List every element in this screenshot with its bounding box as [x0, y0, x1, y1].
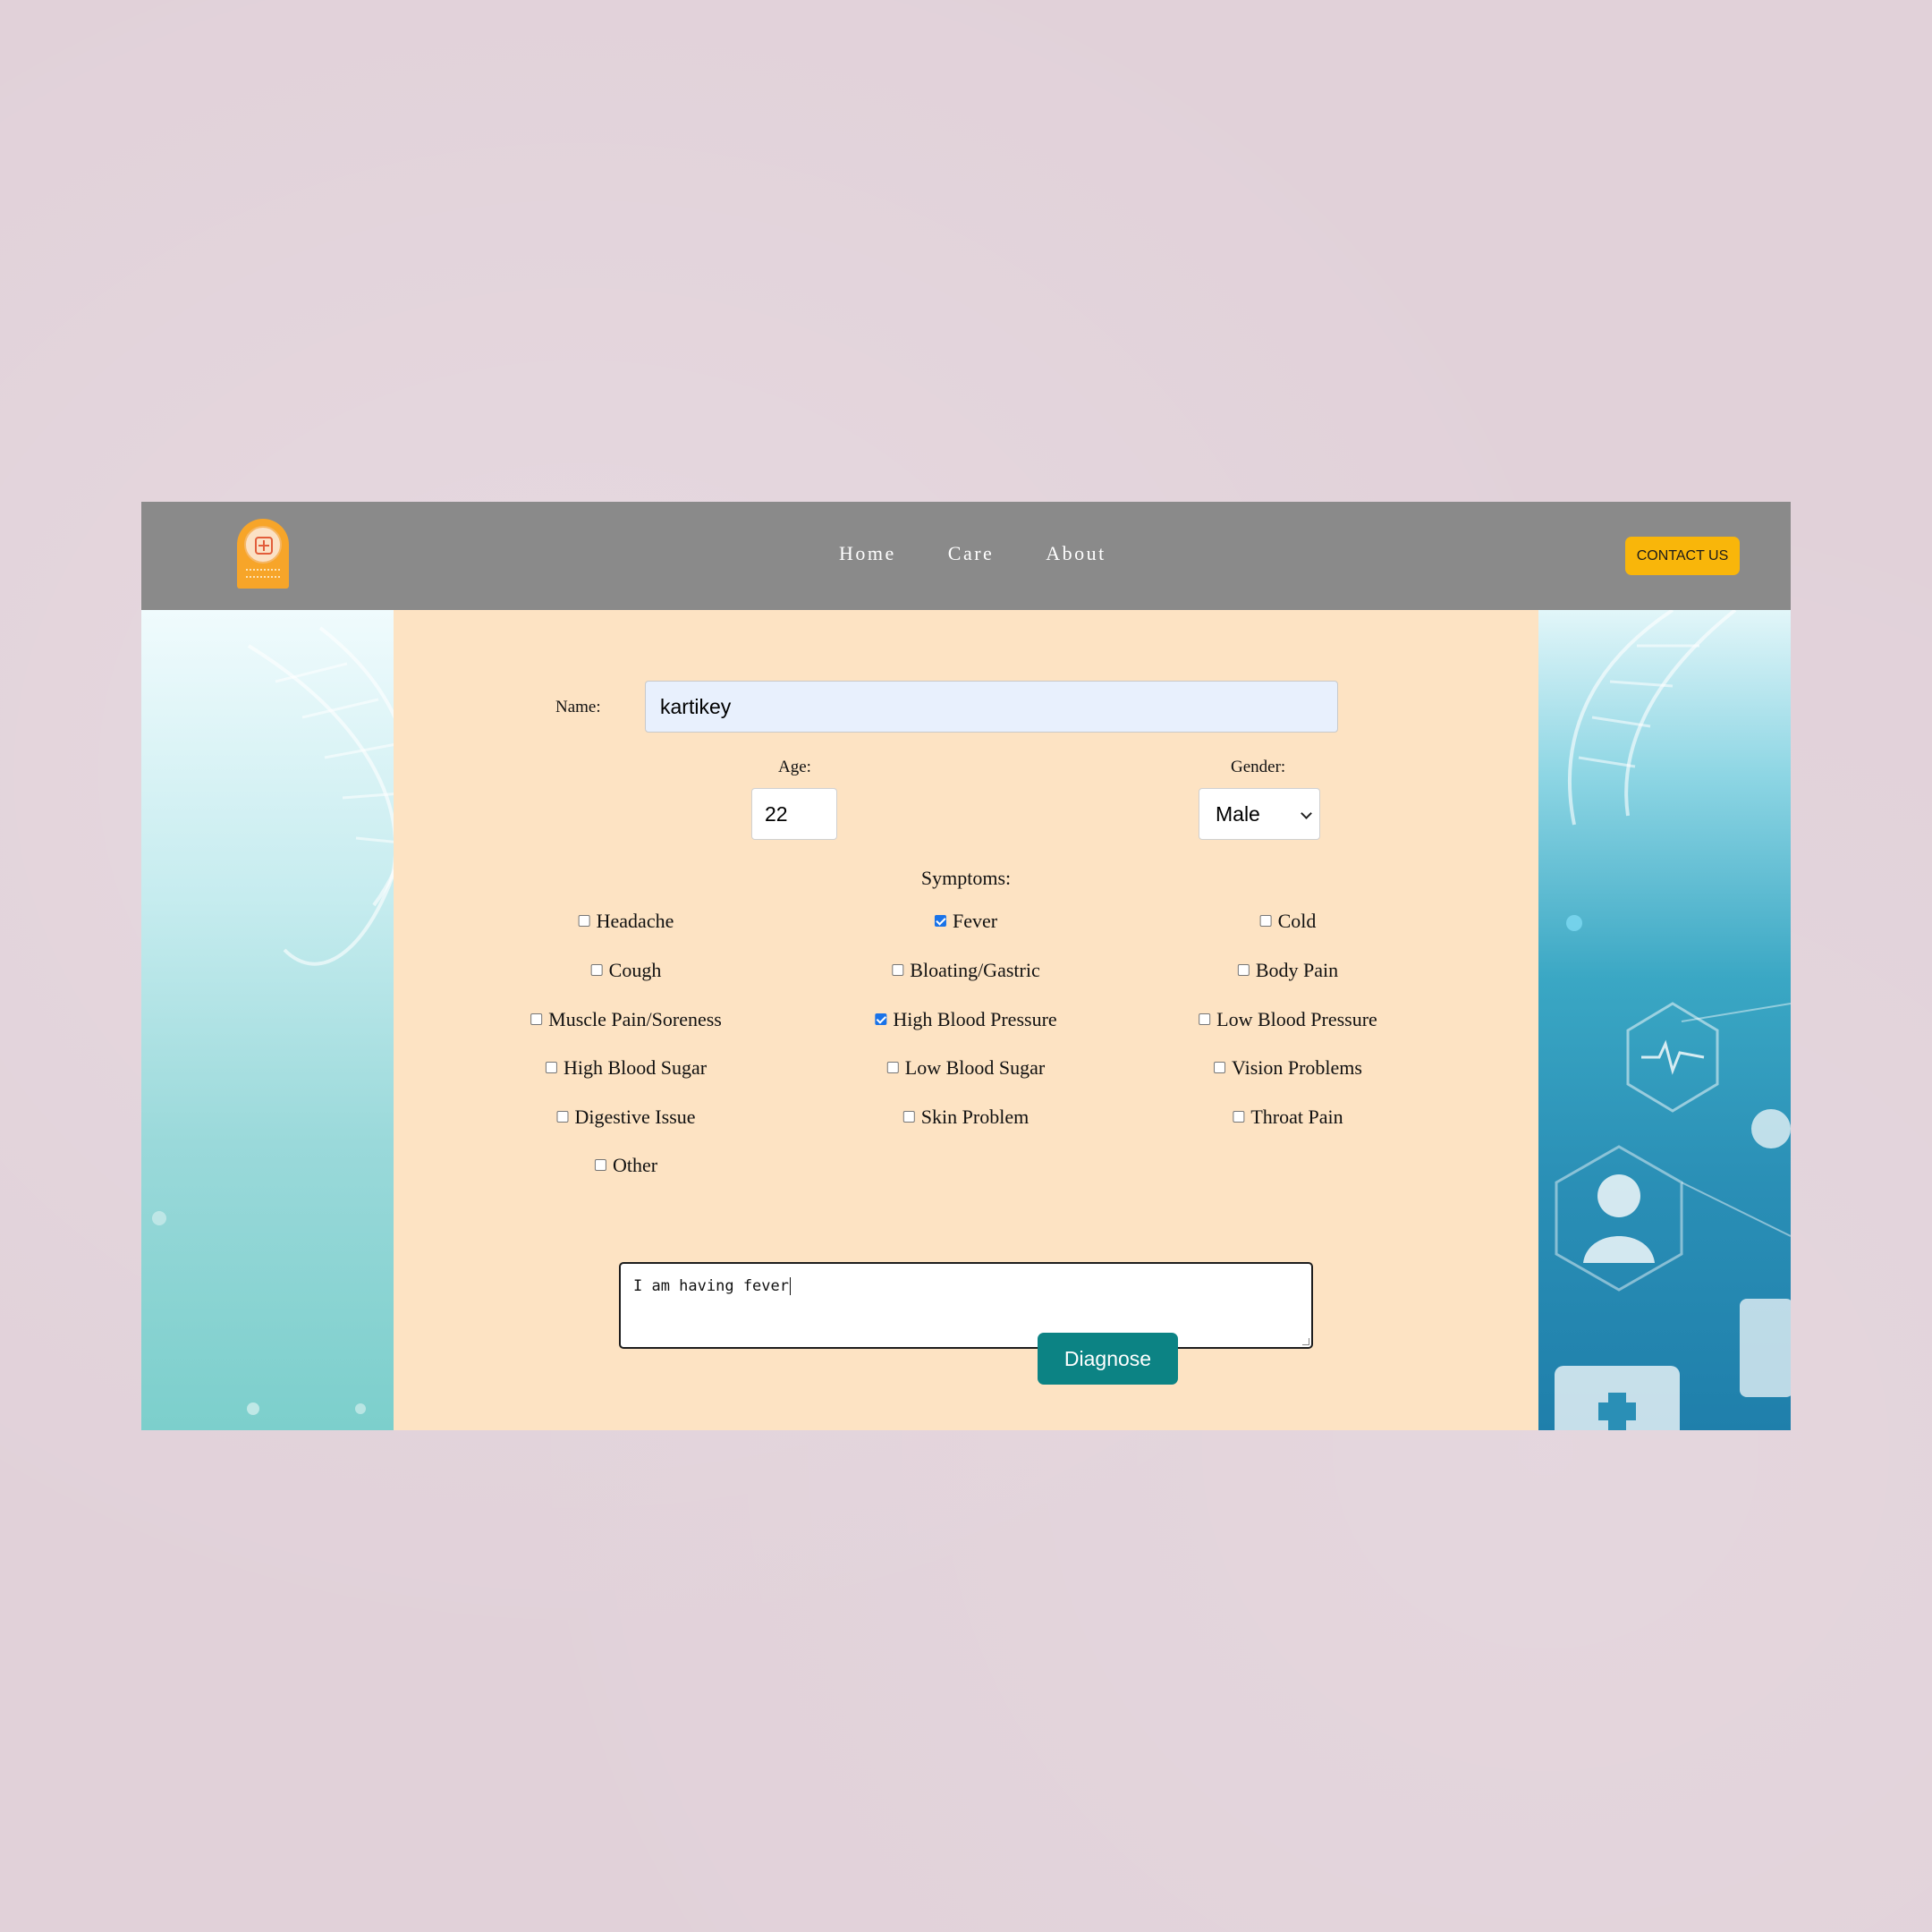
symptom-label: Fever	[952, 910, 998, 932]
medical-cross-logo-icon[interactable]	[237, 519, 289, 589]
symptom-checkbox[interactable]	[875, 1013, 887, 1025]
symptom-checkbox[interactable]	[578, 914, 590, 927]
symptoms-title: Symptoms:	[920, 867, 1012, 889]
text-cursor	[790, 1277, 791, 1295]
symptom-headache[interactable]: Headache	[578, 910, 674, 933]
logo-badge	[244, 526, 282, 564]
diagnose-button[interactable]: Diagnose	[1038, 1333, 1178, 1385]
resize-handle-icon[interactable]	[1302, 1338, 1309, 1345]
symptom-label: Throat Pain	[1250, 1106, 1343, 1128]
gender-label: Gender:	[1231, 758, 1286, 776]
symptom-bloating-gastric[interactable]: Bloating/Gastric	[892, 959, 1040, 982]
symptom-checkbox[interactable]	[1214, 1061, 1226, 1073]
nav-links: Home Care About	[839, 542, 1158, 569]
nav-link-home[interactable]: Home	[839, 542, 896, 569]
symptom-label: Headache	[596, 910, 674, 932]
symptom-high-blood-sugar[interactable]: High Blood Sugar	[545, 1056, 708, 1080]
dna-helix-icon	[152, 626, 394, 1415]
symptom-throat-pain[interactable]: Throat Pain	[1233, 1106, 1343, 1129]
diagnosis-form-panel: Name: kartikey Age: 22 Gender: Male Symp…	[394, 610, 1538, 1430]
symptom-label: Low Blood Sugar	[904, 1056, 1046, 1079]
name-input[interactable]: kartikey	[645, 681, 1338, 733]
symptom-cough[interactable]: Cough	[590, 959, 662, 982]
symptom-label: Muscle Pain/Soreness	[548, 1008, 722, 1030]
symptom-label: Digestive Issue	[574, 1106, 696, 1128]
symptom-label: Other	[612, 1154, 658, 1176]
age-input[interactable]: 22	[751, 788, 837, 840]
symptom-label: Skin Problem	[920, 1106, 1030, 1128]
name-label: Name:	[555, 698, 601, 716]
symptom-low-blood-sugar[interactable]: Low Blood Sugar	[886, 1056, 1046, 1080]
symptom-checkbox[interactable]	[530, 1013, 543, 1025]
symptom-label: High Blood Sugar	[563, 1056, 708, 1079]
symptom-label: Body Pain	[1255, 959, 1339, 981]
gender-select[interactable]: Male	[1199, 788, 1320, 840]
symptoms-notes-textarea[interactable]: I am having fever	[619, 1262, 1313, 1349]
chevron-down-icon	[1301, 808, 1312, 819]
symptom-other[interactable]: Other	[594, 1154, 658, 1177]
nav-link-care[interactable]: Care	[948, 542, 995, 569]
symptom-label: Bloating/Gastric	[910, 959, 1040, 981]
symptom-digestive-issue[interactable]: Digestive Issue	[556, 1106, 696, 1129]
symptom-skin-problem[interactable]: Skin Problem	[902, 1106, 1030, 1129]
symptom-checkbox[interactable]	[594, 1158, 606, 1171]
symptom-checkbox[interactable]	[590, 963, 603, 976]
symptom-body-pain[interactable]: Body Pain	[1237, 959, 1339, 982]
symptom-checkbox[interactable]	[1233, 1110, 1245, 1123]
left-decorative-panel	[141, 610, 394, 1430]
symptom-label: Cold	[1277, 910, 1317, 932]
logo-caption	[246, 569, 280, 578]
symptom-label: High Blood Pressure	[893, 1008, 1057, 1030]
symptom-checkbox[interactable]	[1237, 963, 1250, 976]
medical-network-icon	[1555, 610, 1791, 1430]
right-decorative-panel	[1538, 610, 1791, 1430]
symptom-vision-problems[interactable]: Vision Problems	[1214, 1056, 1362, 1080]
symptom-cold[interactable]: Cold	[1259, 910, 1317, 933]
app-window: Home Care About CONTACT US Name: kartike…	[141, 502, 1791, 1430]
symptom-label: Low Blood Pressure	[1216, 1008, 1377, 1030]
name-input-value: kartikey	[660, 694, 732, 718]
symptom-checkbox[interactable]	[1199, 1013, 1211, 1025]
symptom-checkbox[interactable]	[892, 963, 904, 976]
symptom-checkbox[interactable]	[934, 914, 946, 927]
symptom-checkbox[interactable]	[1259, 914, 1272, 927]
symptom-high-blood-pressure[interactable]: High Blood Pressure	[875, 1008, 1057, 1031]
symptom-checkbox[interactable]	[886, 1061, 899, 1073]
gender-select-value: Male	[1216, 801, 1260, 826]
symptom-label: Cough	[608, 959, 662, 981]
cross-icon	[255, 537, 273, 555]
symptom-muscle-pain-soreness[interactable]: Muscle Pain/Soreness	[530, 1008, 722, 1031]
symptom-checkbox[interactable]	[556, 1110, 569, 1123]
contact-us-button[interactable]: CONTACT US	[1625, 537, 1740, 575]
symptom-low-blood-pressure[interactable]: Low Blood Pressure	[1199, 1008, 1377, 1031]
symptom-checkbox[interactable]	[545, 1061, 557, 1073]
notes-value: I am having fever	[633, 1277, 789, 1295]
age-input-value: 22	[765, 801, 788, 826]
symptom-checkbox[interactable]	[902, 1110, 915, 1123]
nav-link-about[interactable]: About	[1046, 542, 1106, 569]
symptom-fever[interactable]: Fever	[934, 910, 998, 933]
navbar: Home Care About CONTACT US	[141, 502, 1791, 610]
symptom-label: Vision Problems	[1232, 1056, 1362, 1079]
age-label: Age:	[778, 758, 811, 776]
